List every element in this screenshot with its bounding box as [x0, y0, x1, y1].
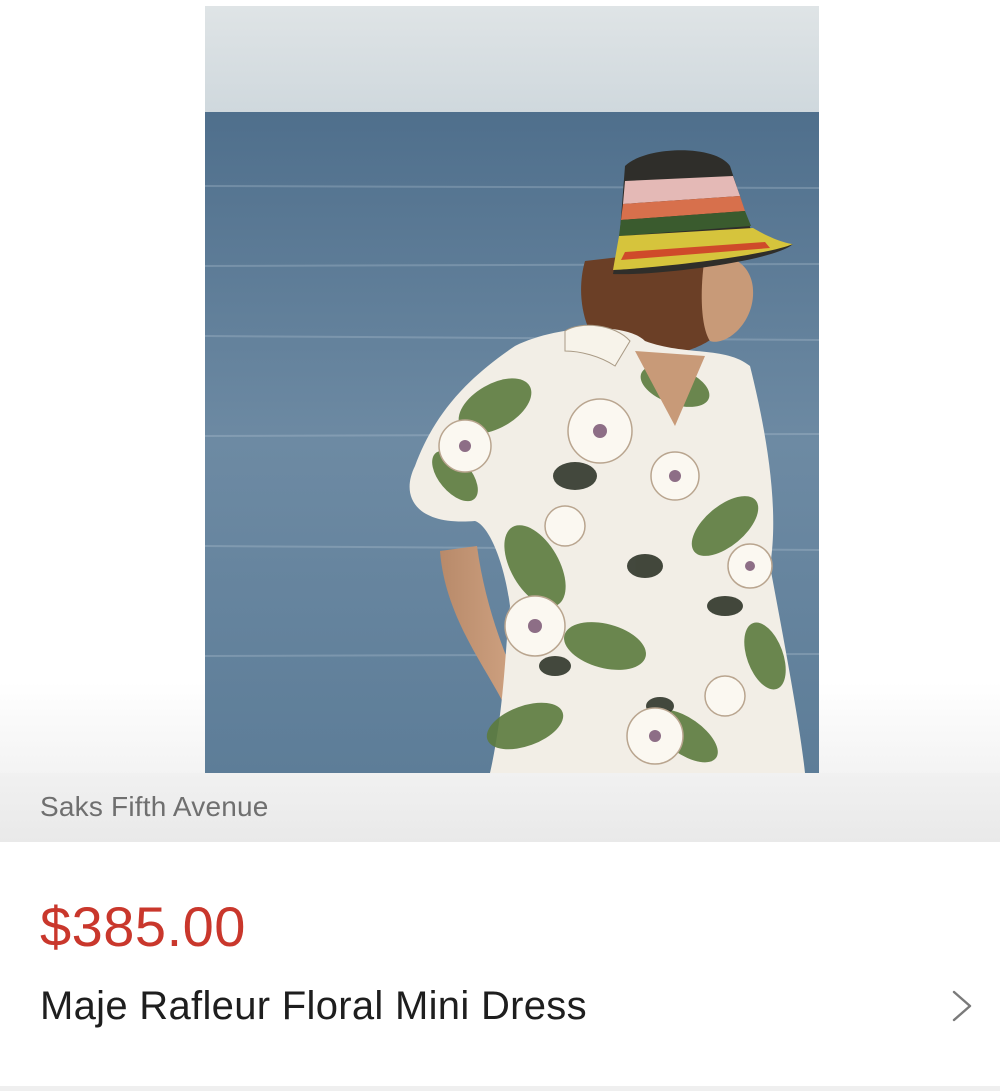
chevron-right-icon[interactable] [946, 986, 976, 1026]
product-price: $385.00 [40, 895, 246, 958]
retailer-name: Saks Fifth Avenue [40, 791, 269, 822]
product-title: Maje Rafleur Floral Mini Dress [40, 984, 587, 1028]
product-title-row[interactable]: Maje Rafleur Floral Mini Dress [0, 972, 1000, 1044]
retailer-band: Saks Fifth Avenue [0, 773, 1000, 842]
product-info-section: $385.00 Maje Rafleur Floral Mini Dress [0, 842, 1000, 1087]
bottom-divider [0, 1086, 1000, 1091]
product-detail-page: Saks Fifth Avenue $385.00 Maje Rafleur F… [0, 0, 1000, 1091]
product-image-area [0, 0, 1000, 775]
product-photo[interactable] [205, 6, 819, 773]
